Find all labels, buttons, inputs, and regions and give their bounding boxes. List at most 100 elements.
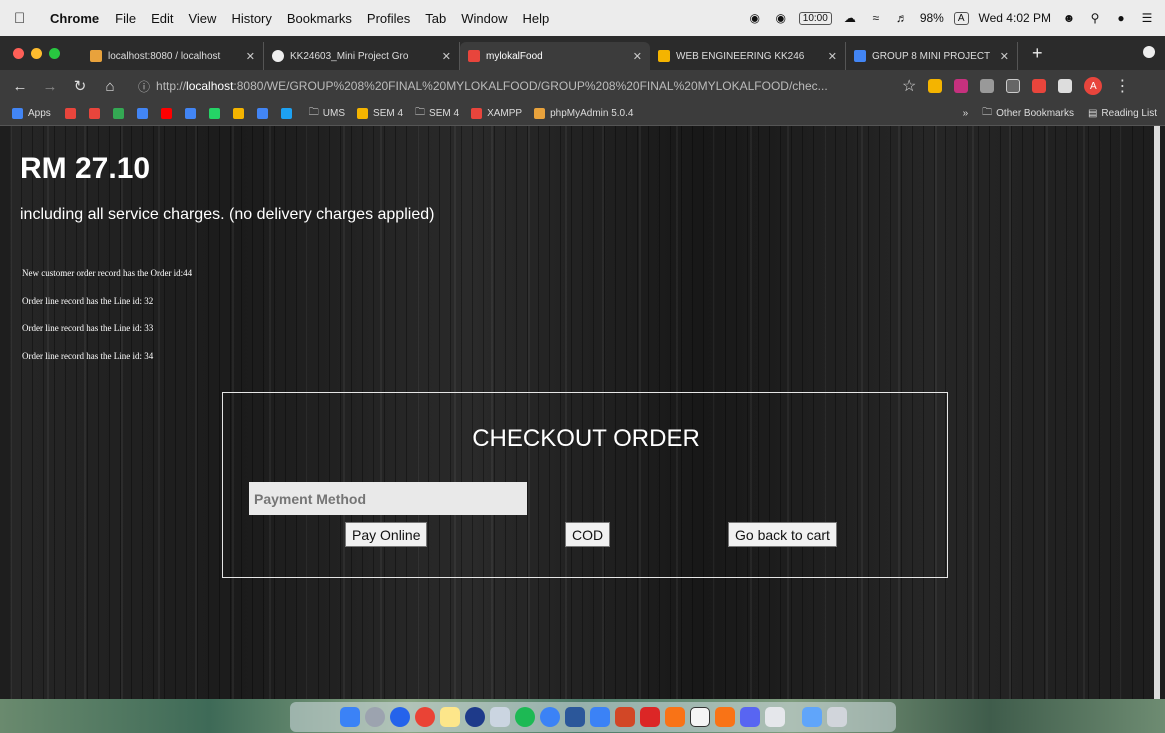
- bookmark-icon[interactable]: [232, 108, 244, 119]
- siri-icon[interactable]: ●: [1113, 10, 1129, 26]
- close-tab-icon[interactable]: ✕: [633, 50, 642, 63]
- forward-arrow-icon[interactable]: →: [40, 78, 60, 95]
- time-tracker-box[interactable]: 10:00: [798, 11, 832, 25]
- trash-icon[interactable]: [826, 707, 847, 727]
- menu-app-name[interactable]: Chrome: [50, 11, 99, 26]
- bookmark-icon[interactable]: [184, 108, 196, 119]
- payment-method-input[interactable]: [249, 482, 527, 515]
- finder-icon[interactable]: [339, 707, 360, 727]
- volume-icon[interactable]: ♬: [894, 10, 910, 26]
- bookmark-icon[interactable]: [88, 108, 100, 119]
- bookmark-icon[interactable]: [112, 108, 124, 119]
- close-tab-icon[interactable]: ✕: [828, 50, 837, 63]
- bookmark-icon[interactable]: [256, 108, 268, 119]
- tab-mini-project[interactable]: KK24603_Mini Project Gro ✕: [264, 42, 460, 70]
- new-tab-icon[interactable]: +: [1032, 43, 1043, 64]
- menu-file[interactable]: File: [115, 11, 136, 26]
- youtube-icon[interactable]: [160, 108, 172, 119]
- extension-red-icon[interactable]: [1032, 79, 1047, 93]
- back-arrow-icon[interactable]: ←: [10, 78, 30, 95]
- bookmark-icon[interactable]: [136, 108, 148, 119]
- menu-history[interactable]: History: [231, 11, 271, 26]
- whatsapp-icon[interactable]: [208, 108, 220, 119]
- profile-avatar[interactable]: A: [1084, 77, 1103, 95]
- other-bookmarks[interactable]: 🗀 Other Bookmarks: [982, 105, 1074, 122]
- tab-group-8[interactable]: GROUP 8 MINI PROJECT | ✕: [846, 42, 1018, 70]
- menu-edit[interactable]: Edit: [151, 11, 173, 26]
- bookmark-apps[interactable]: Apps: [12, 108, 51, 119]
- spotlight-search-icon[interactable]: ⚲: [1087, 10, 1103, 26]
- battery-percent[interactable]: 98%: [920, 11, 944, 25]
- app-icon[interactable]: [664, 707, 685, 727]
- macos-dock: [290, 702, 896, 732]
- bookmark-sem4-drive[interactable]: SEM 4: [357, 108, 403, 119]
- safari-icon[interactable]: [389, 707, 410, 727]
- acrobat-icon[interactable]: [639, 707, 660, 727]
- spotify-icon[interactable]: [514, 707, 535, 727]
- extension-drive-icon[interactable]: [928, 79, 943, 93]
- bookmark-xampp[interactable]: XAMPP: [471, 108, 522, 119]
- app-icon[interactable]: [714, 707, 735, 727]
- menu-tab[interactable]: Tab: [425, 11, 446, 26]
- apple-icon[interactable]: : [14, 10, 36, 27]
- word-icon[interactable]: [564, 707, 585, 727]
- menu-view[interactable]: View: [188, 11, 216, 26]
- app-icon[interactable]: [589, 707, 610, 727]
- chrome-menu-icon[interactable]: ⋮: [1114, 76, 1130, 96]
- menu-bookmarks[interactable]: Bookmarks: [287, 11, 352, 26]
- bookmark-star-icon[interactable]: ☆: [902, 76, 916, 96]
- back-to-cart-button[interactable]: Go back to cart: [728, 522, 837, 547]
- address-bar[interactable]: ⓘ http:// localhost :8080/WE/GROUP%208%2…: [132, 74, 892, 98]
- extension-chat-icon[interactable]: [980, 79, 995, 93]
- creative-cloud-icon[interactable]: ◉: [747, 10, 763, 26]
- input-source-badge[interactable]: A: [953, 11, 969, 25]
- launchpad-icon[interactable]: [364, 707, 385, 727]
- bookmark-phpmyadmin[interactable]: phpMyAdmin 5.0.4: [534, 108, 633, 119]
- wifi-icon[interactable]: ≈: [868, 10, 884, 26]
- zoom-window-icon[interactable]: [49, 47, 60, 59]
- clock[interactable]: Wed 4:02 PM: [979, 11, 1051, 25]
- close-tab-icon[interactable]: ✕: [246, 50, 255, 63]
- tab-mylokalfood[interactable]: mylokalFood ✕: [460, 42, 650, 70]
- app-icon[interactable]: [464, 707, 485, 727]
- user-icon[interactable]: ☻: [1061, 10, 1077, 26]
- app-icon[interactable]: [539, 707, 560, 727]
- reload-icon[interactable]: ↻: [70, 77, 90, 95]
- notification-center-icon[interactable]: ☰: [1139, 10, 1155, 26]
- pay-online-button[interactable]: Pay Online: [345, 522, 428, 547]
- chrome-icon[interactable]: [414, 707, 435, 727]
- downloads-folder-icon[interactable]: [801, 707, 822, 727]
- bookmark-icon[interactable]: [64, 108, 76, 119]
- bookmark-folder-sem4[interactable]: 🗀 SEM 4: [415, 105, 459, 122]
- menu-profiles[interactable]: Profiles: [367, 11, 410, 26]
- powerpoint-icon[interactable]: [614, 707, 635, 727]
- more-bookmarks-button[interactable]: »: [963, 108, 969, 119]
- cloud-icon[interactable]: ☁: [842, 10, 858, 26]
- tab-web-engineering[interactable]: WEB ENGINEERING KK246 ✕: [650, 42, 846, 70]
- tab-phpmyadmin[interactable]: localhost:8080 / localhost ✕: [82, 42, 264, 70]
- close-tab-icon[interactable]: ✕: [1000, 50, 1009, 63]
- extension-w-icon[interactable]: [954, 79, 969, 93]
- tab-search-icon[interactable]: [1143, 46, 1155, 58]
- menu-window[interactable]: Window: [461, 11, 507, 26]
- menu-help[interactable]: Help: [523, 11, 550, 26]
- home-icon[interactable]: ⌂: [100, 78, 120, 95]
- minimize-window-icon[interactable]: [31, 47, 42, 59]
- page-scrollbar[interactable]: [1154, 126, 1160, 699]
- bookmark-label: Reading List: [1101, 108, 1157, 119]
- bookmark-icon[interactable]: [280, 108, 292, 119]
- reading-list[interactable]: ▤ Reading List: [1088, 108, 1157, 119]
- cod-button[interactable]: COD: [565, 522, 611, 547]
- bookmark-folder-ums[interactable]: 🗀 UMS: [309, 105, 345, 122]
- notion-icon[interactable]: [689, 707, 710, 727]
- notes-icon[interactable]: [439, 707, 460, 727]
- extensions-puzzle-icon[interactable]: [1058, 79, 1073, 93]
- discord-icon[interactable]: [739, 707, 760, 727]
- close-window-icon[interactable]: [13, 47, 24, 59]
- preview-icon[interactable]: [489, 707, 510, 727]
- extension-window-icon[interactable]: [1006, 79, 1021, 93]
- screen-recorder-icon[interactable]: ◉: [773, 10, 789, 26]
- app-icon[interactable]: [764, 707, 785, 727]
- close-tab-icon[interactable]: ✕: [442, 50, 451, 63]
- info-icon[interactable]: ⓘ: [138, 78, 150, 95]
